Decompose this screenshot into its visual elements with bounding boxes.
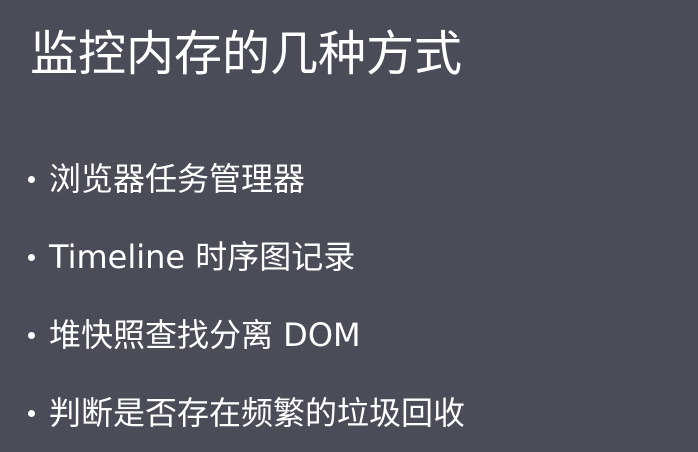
bullet-item-gc-frequency: 判断是否存在频繁的垃圾回收 xyxy=(28,374,465,452)
bullet-dot-icon xyxy=(28,409,35,417)
slide: 监控内存的几种方式 浏览器任务管理器 Timeline 时序图记录 堆快照查找分… xyxy=(0,0,698,452)
bullet-list: 浏览器任务管理器 Timeline 时序图记录 堆快照查找分离 DOM 判断是否… xyxy=(28,140,465,452)
bullet-text: 判断是否存在频繁的垃圾回收 xyxy=(49,394,466,432)
bullet-text: 堆快照查找分离 DOM xyxy=(49,316,361,354)
bullet-dot-icon xyxy=(28,175,35,183)
slide-title: 监控内存的几种方式 xyxy=(30,26,463,82)
bullet-text: 浏览器任务管理器 xyxy=(49,160,306,198)
bullet-dot-icon xyxy=(28,253,35,261)
bullet-text: Timeline 时序图记录 xyxy=(49,238,356,276)
bullet-item-browser-task-manager: 浏览器任务管理器 xyxy=(28,140,465,218)
bullet-item-timeline: Timeline 时序图记录 xyxy=(28,218,465,296)
bullet-dot-icon xyxy=(28,331,35,339)
bullet-item-heap-snapshot: 堆快照查找分离 DOM xyxy=(28,296,465,374)
